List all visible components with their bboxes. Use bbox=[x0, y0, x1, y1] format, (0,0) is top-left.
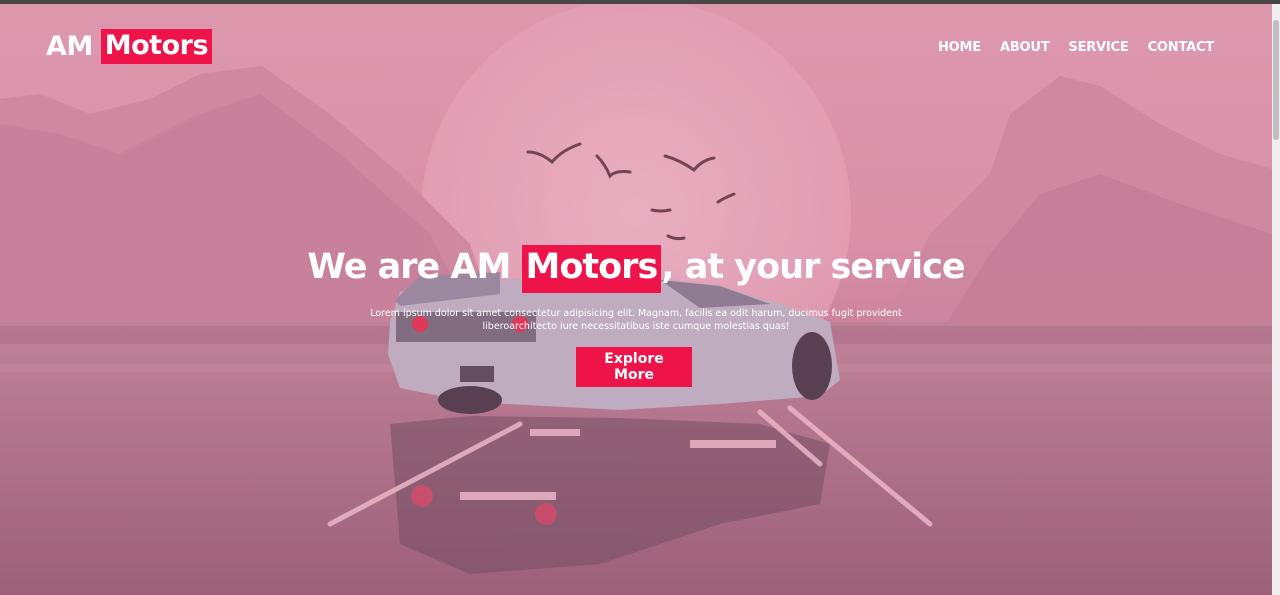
explore-more-button[interactable]: Explore More bbox=[576, 347, 692, 387]
hero-section: AM Motors HOME ABOUT SERVICE CONTACT We … bbox=[0, 4, 1272, 595]
hero-heading: We are AM Motors, at your service bbox=[0, 241, 1272, 293]
brand-highlight: Motors bbox=[100, 28, 213, 64]
page-scrollbar[interactable] bbox=[1272, 4, 1280, 595]
hero-description-line2: liberoarchitecto iure necessitatibus ist… bbox=[482, 321, 790, 332]
hero-heading-prefix: We are AM bbox=[307, 247, 522, 287]
hero-heading-suffix: , at your service bbox=[661, 247, 965, 287]
hero-heading-highlight: Motors bbox=[521, 245, 662, 293]
nav-item-home[interactable]: HOME bbox=[938, 40, 981, 55]
brand-prefix: AM bbox=[46, 30, 93, 62]
nav-item-contact[interactable]: CONTACT bbox=[1148, 40, 1215, 55]
hero-description: Lorem ipsum dolor sit amet consectetur a… bbox=[360, 307, 912, 333]
brand-logo[interactable]: AM Motors bbox=[46, 26, 213, 66]
main-nav: HOME ABOUT SERVICE CONTACT bbox=[938, 40, 1214, 55]
nav-item-about[interactable]: ABOUT bbox=[1000, 40, 1050, 55]
hero-tint-overlay bbox=[0, 4, 1272, 595]
nav-item-service[interactable]: SERVICE bbox=[1068, 40, 1128, 55]
scrollbar-thumb[interactable] bbox=[1273, 20, 1279, 140]
hero-description-line1: Lorem ipsum dolor sit amet consectetur a… bbox=[370, 308, 902, 319]
